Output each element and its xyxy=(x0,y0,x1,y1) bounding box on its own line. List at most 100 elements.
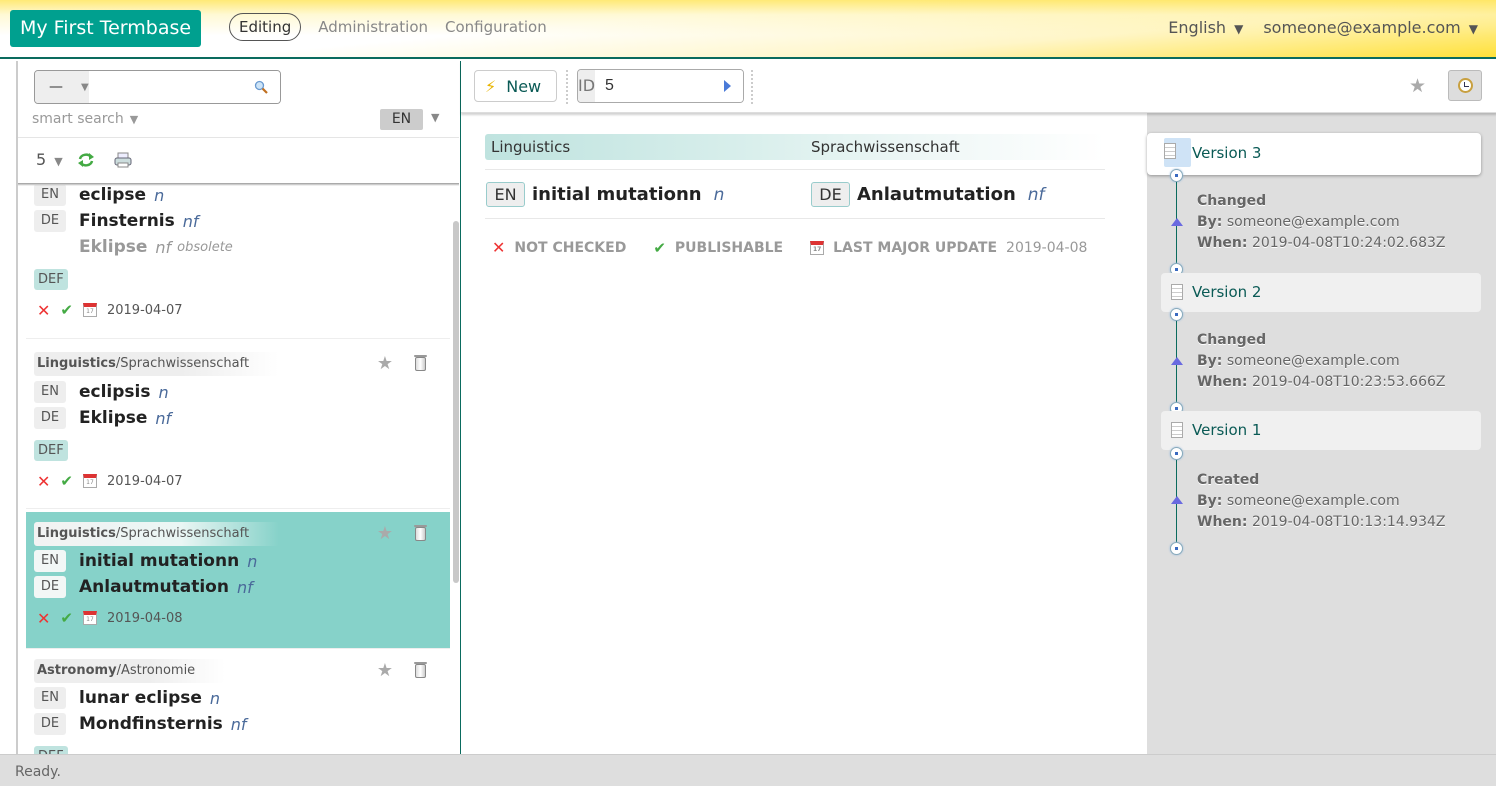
nav-editing[interactable]: Editing xyxy=(229,13,302,41)
term: Finsternis xyxy=(79,211,175,231)
term: Eklipse xyxy=(79,237,148,257)
timeline-node xyxy=(1170,169,1183,182)
list-item[interactable]: EN eclipse n DE Finsternis nf Eklipse nf… xyxy=(26,185,450,339)
timeline-arrow-icon xyxy=(1171,218,1183,226)
star-icon[interactable]: ★ xyxy=(377,662,393,680)
part-of-speech: nf xyxy=(230,714,247,734)
status-bar: Ready. xyxy=(0,754,1496,786)
print-icon[interactable] xyxy=(114,152,132,168)
term-en[interactable]: EN initial mutationn n xyxy=(486,182,724,207)
term: Anlautmutation xyxy=(857,184,1016,205)
id-input[interactable] xyxy=(595,70,743,102)
version-timestamp: 2019-04-08T10:24:02.683Z xyxy=(1251,235,1446,251)
language-tag: EN xyxy=(34,687,66,709)
domain-primary: Linguistics xyxy=(37,526,116,541)
timeline-node xyxy=(1170,447,1183,460)
checkmark-icon: ✔ xyxy=(653,238,666,257)
page-size-select[interactable]: 5 ▼ xyxy=(36,150,63,169)
smart-search-toggle[interactable]: smart search ▼ xyxy=(32,111,138,127)
star-icon[interactable]: ★ xyxy=(377,525,393,543)
term: lunar eclipse xyxy=(79,688,202,708)
document-icon xyxy=(1171,422,1183,438)
list-item[interactable]: Linguistics/Sprachwissenschaft ★ EN ecli… xyxy=(26,349,450,509)
not-checked-icon: ✕ xyxy=(37,300,51,320)
by-label: By: xyxy=(1197,493,1223,509)
domain-tag: Astronomy/Astronomie xyxy=(34,659,226,683)
header: My First Termbase Editing Administration… xyxy=(0,0,1496,59)
entry-actions: ★ xyxy=(377,525,427,543)
term-status-note: obsolete xyxy=(177,239,233,255)
entry-status: ✕ ✔ 17 2019-04-07 xyxy=(34,300,440,320)
part-of-speech: nf xyxy=(1027,184,1045,205)
version-details: Created By: someone@example.com When: 20… xyxy=(1197,470,1446,533)
not-checked-label: NOT CHECKED xyxy=(514,239,627,256)
chevron-down-icon[interactable]: ▼ xyxy=(431,111,439,124)
search-language-button[interactable]: EN xyxy=(380,109,423,130)
trash-icon[interactable] xyxy=(414,525,427,541)
version-item[interactable]: Version 1 xyxy=(1161,411,1481,450)
version-timestamp: 2019-04-08T10:13:14.934Z xyxy=(1251,514,1446,530)
language-tag: EN xyxy=(486,182,525,207)
language-tag: DE xyxy=(811,182,850,207)
version-author: someone@example.com xyxy=(1226,493,1400,509)
when-label: When: xyxy=(1197,514,1248,530)
page-size-value: 5 xyxy=(36,150,47,169)
term-row: EN initial mutationn n xyxy=(34,548,440,574)
language-tag: DE xyxy=(34,713,66,735)
list-item-selected[interactable]: Linguistics/Sprachwissenschaft ★ EN init… xyxy=(26,512,450,649)
version-author: someone@example.com xyxy=(1226,353,1400,369)
list-item[interactable]: Astronomy/Astronomie ★ EN lunar eclipse … xyxy=(26,657,450,754)
timeline-node xyxy=(1170,308,1183,321)
trash-icon[interactable] xyxy=(414,355,427,371)
user-menu[interactable]: someone@example.com ▼ xyxy=(1263,18,1478,37)
part-of-speech: n xyxy=(713,184,725,205)
part-of-speech: nf xyxy=(236,577,253,597)
entry-status: ✕ ✔ 17 2019-04-08 xyxy=(34,608,440,628)
trash-icon[interactable] xyxy=(414,662,427,678)
smart-search-label: smart search xyxy=(32,111,124,127)
timeline-arrow-icon xyxy=(1171,496,1183,504)
domain-secondary: /Astronomie xyxy=(116,663,196,678)
main-nav: Editing Administration Configuration xyxy=(229,13,556,41)
definition-tag[interactable]: DEF xyxy=(34,746,68,754)
version-timestamp: 2019-04-08T10:23:53.666Z xyxy=(1251,374,1446,390)
star-icon[interactable]: ★ xyxy=(1409,75,1426,97)
new-entry-button[interactable]: ⚡ New xyxy=(474,70,557,102)
term-row: DE Eklipse nf xyxy=(34,405,440,431)
nav-configuration[interactable]: Configuration xyxy=(437,13,555,41)
publishable-label: PUBLISHABLE xyxy=(674,239,784,256)
version-details: Changed By: someone@example.com When: 20… xyxy=(1197,330,1446,393)
app-title[interactable]: My First Termbase xyxy=(10,10,202,47)
definition-tag[interactable]: DEF xyxy=(34,440,68,461)
history-panel: Version 3 Changed By: someone@example.co… xyxy=(1147,113,1496,754)
when-label: When: xyxy=(1197,235,1248,251)
not-checked-icon: ✕ xyxy=(492,238,506,257)
search-icon[interactable] xyxy=(254,80,268,94)
timeline-arrow-icon xyxy=(1171,357,1183,365)
search-input[interactable] xyxy=(88,71,280,103)
domain-tag: Linguistics/Sprachwissenschaft xyxy=(34,522,280,546)
language-menu[interactable]: English ▼ xyxy=(1168,18,1243,37)
part-of-speech: nf xyxy=(182,211,199,231)
star-icon[interactable]: ★ xyxy=(377,355,393,373)
search-mode-select[interactable]: — ▼ xyxy=(35,71,89,103)
version-label: Version 1 xyxy=(1192,421,1262,439)
part-of-speech: nf xyxy=(155,237,172,257)
part-of-speech: nf xyxy=(155,408,172,428)
language-tag: EN xyxy=(34,185,66,206)
term: Mondfinsternis xyxy=(79,714,223,734)
calendar-icon: 17 xyxy=(82,303,97,317)
version-label: Version 3 xyxy=(1192,144,1262,162)
list-scrollbar[interactable] xyxy=(453,221,459,583)
nav-administration[interactable]: Administration xyxy=(310,13,436,41)
definition-tag[interactable]: DEF xyxy=(34,269,68,290)
refresh-icon[interactable] xyxy=(77,152,95,168)
term-de[interactable]: DE Anlautmutation nf xyxy=(811,182,1045,207)
version-item-current[interactable]: Version 3 xyxy=(1147,133,1481,175)
language-menu-label: English xyxy=(1168,18,1227,37)
lightning-icon: ⚡ xyxy=(485,76,497,96)
language-tag: EN xyxy=(34,550,66,572)
history-toggle-button[interactable] xyxy=(1448,70,1482,101)
version-item[interactable]: Version 2 xyxy=(1161,273,1481,312)
go-arrow-icon[interactable] xyxy=(724,80,731,92)
